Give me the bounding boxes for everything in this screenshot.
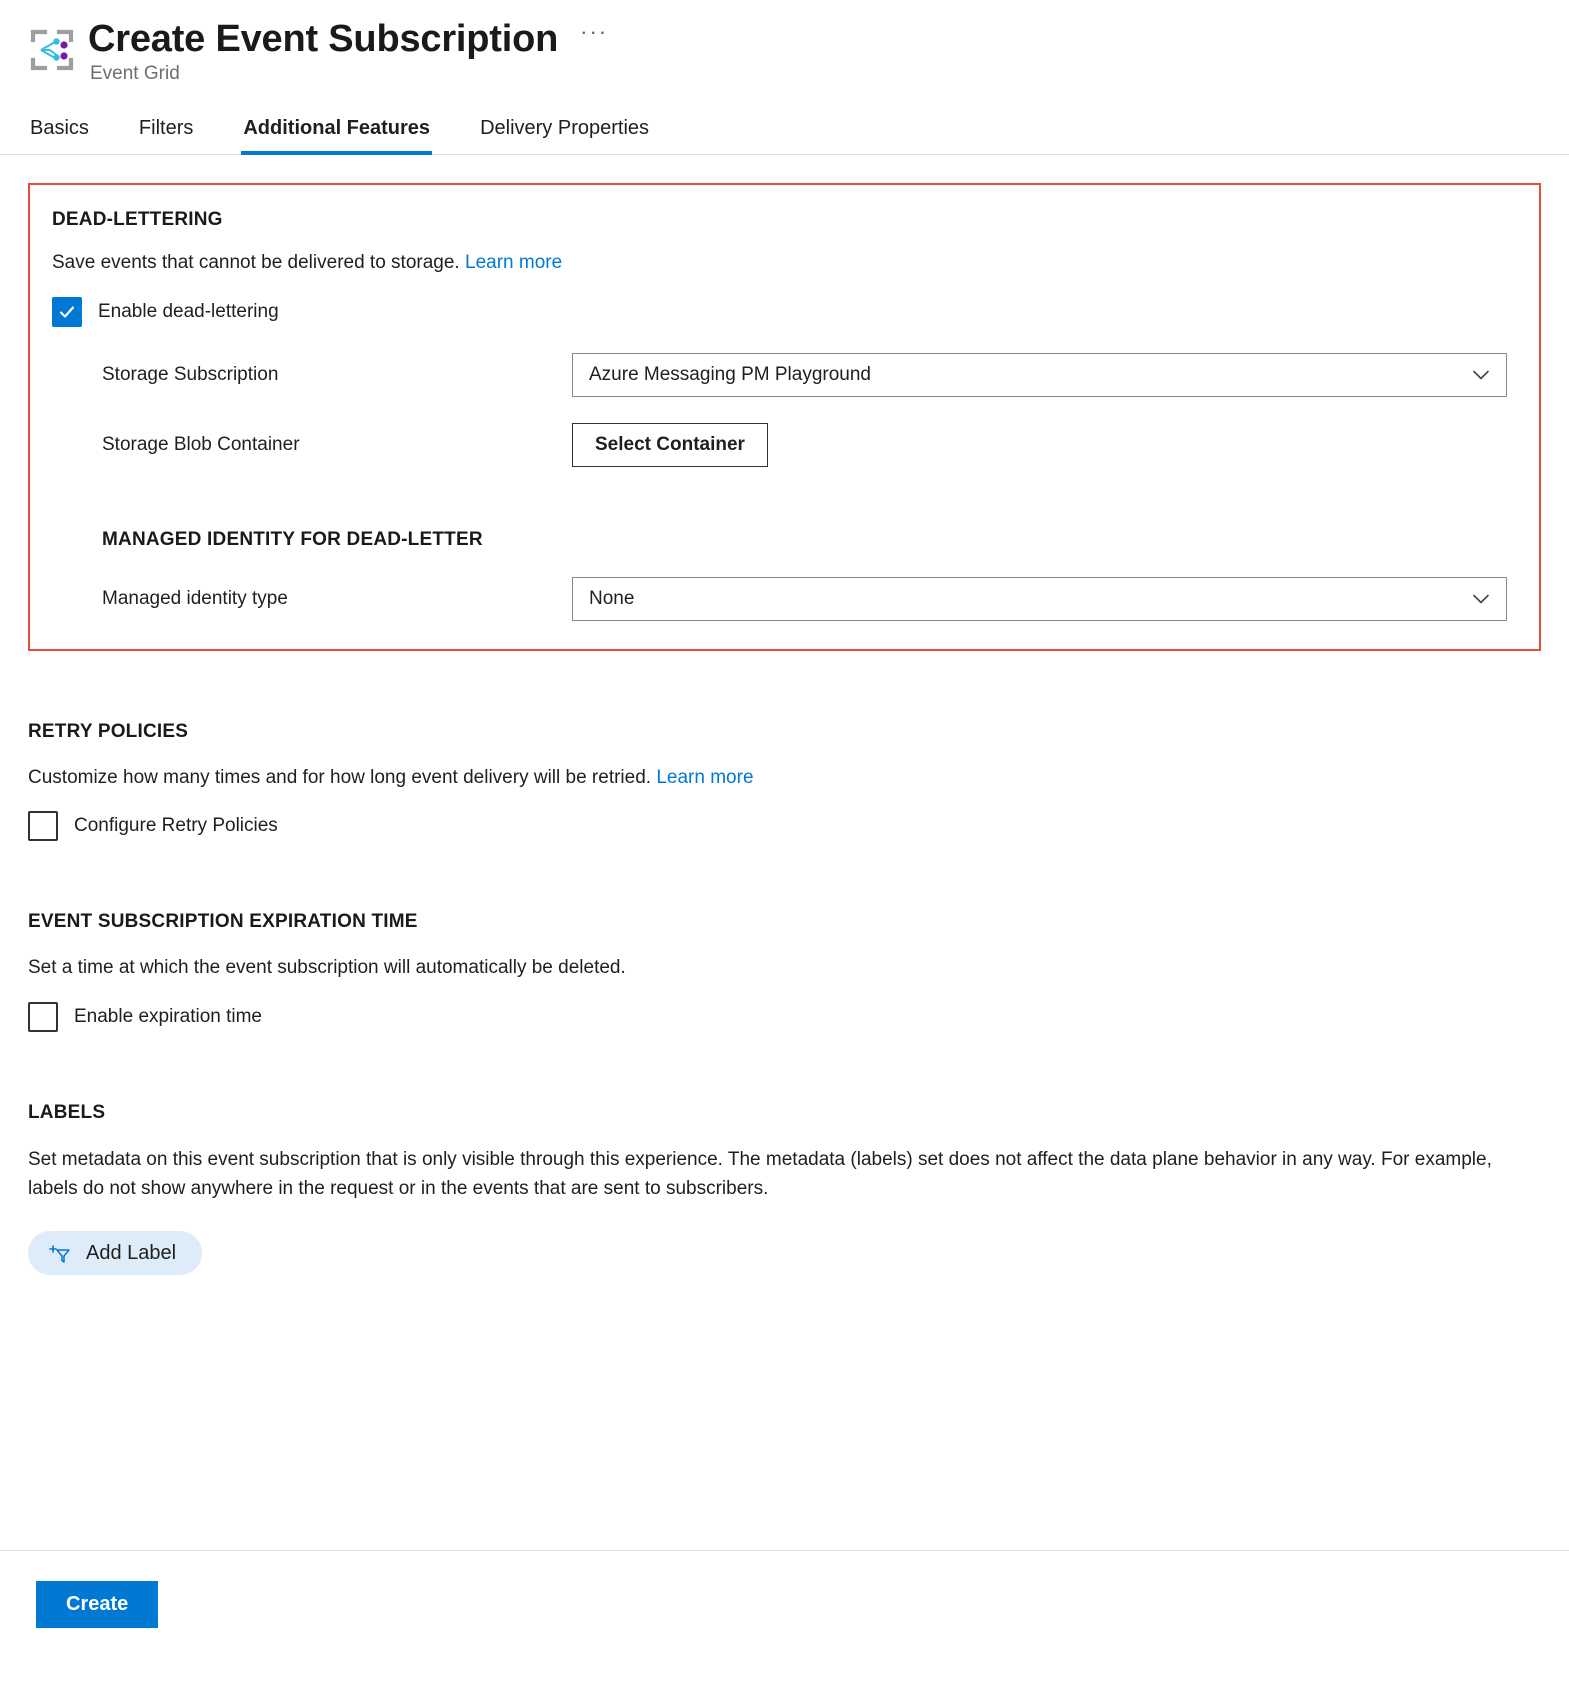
add-label-button-text: Add Label <box>86 1241 177 1264</box>
enable-expiration-time-label[interactable]: Enable expiration time <box>74 1006 262 1028</box>
tab-additional-features[interactable]: Additional Features <box>241 111 432 155</box>
managed-identity-type-value: None <box>589 587 635 609</box>
page-header: Create Event Subscription ··· Event Grid <box>0 0 1569 85</box>
dead-lettering-section: DEAD-LETTERING Save events that cannot b… <box>28 182 1541 651</box>
labels-section: LABELS Set metadata on this event subscr… <box>28 1102 1541 1276</box>
storage-blob-container-row: Storage Blob Container Select Container <box>52 422 1517 467</box>
retry-policies-learn-more-link[interactable]: Learn more <box>656 767 753 788</box>
chevron-down-icon <box>1470 588 1492 610</box>
expiration-time-description: Set a time at which the event subscripti… <box>28 957 626 979</box>
title-line: Create Event Subscription ··· <box>88 18 608 61</box>
checkmark-icon <box>59 305 75 318</box>
page-subtitle: Event Grid <box>90 62 180 84</box>
main-content: DEAD-LETTERING Save events that cannot b… <box>0 182 1569 1276</box>
managed-identity-heading: MANAGED IDENTITY FOR DEAD-LETTER <box>102 528 483 550</box>
storage-subscription-row: Storage Subscription Azure Messaging PM … <box>52 352 1517 397</box>
labels-heading: LABELS <box>28 1102 106 1124</box>
enable-expiration-time-checkbox[interactable] <box>28 1002 58 1033</box>
enable-expiration-time-row[interactable]: Enable expiration time <box>28 1002 1541 1033</box>
dead-lettering-description: Save events that cannot be delivered to … <box>52 250 1517 277</box>
add-filter-icon <box>48 1241 72 1265</box>
page-title: Create Event Subscription <box>88 18 559 60</box>
footer-bar: Create <box>0 1550 1569 1683</box>
tab-basics[interactable]: Basics <box>28 111 91 154</box>
dead-lettering-learn-more-link[interactable]: Learn more <box>465 252 562 273</box>
retry-policies-description-text: Customize how many times and for how lon… <box>28 766 652 788</box>
dead-lettering-heading: DEAD-LETTERING <box>52 208 223 230</box>
retry-policies-heading: RETRY POLICIES <box>28 720 189 742</box>
tab-bar: Basics Filters Additional Features Deliv… <box>0 111 1569 155</box>
retry-policies-description: Customize how many times and for how lon… <box>28 765 1541 792</box>
configure-retry-policies-checkbox[interactable] <box>28 811 58 842</box>
event-grid-icon <box>28 26 76 74</box>
title-row: Create Event Subscription ··· Event Grid <box>28 18 1569 85</box>
title-block: Create Event Subscription ··· Event Grid <box>88 18 608 85</box>
enable-dead-lettering-label[interactable]: Enable dead-lettering <box>98 301 279 323</box>
configure-retry-policies-label[interactable]: Configure Retry Policies <box>74 815 278 837</box>
expiration-time-heading: EVENT SUBSCRIPTION EXPIRATION TIME <box>28 911 418 933</box>
labels-description: Set metadata on this event subscription … <box>28 1149 1492 1199</box>
chevron-down-icon <box>1470 364 1492 386</box>
managed-identity-type-dropdown[interactable]: None <box>572 576 1507 621</box>
storage-blob-container-label: Storage Blob Container <box>102 433 300 455</box>
select-container-button[interactable]: Select Container <box>572 422 768 467</box>
create-button[interactable]: Create <box>36 1581 159 1628</box>
storage-subscription-value: Azure Messaging PM Playground <box>589 363 871 385</box>
expiration-time-section: EVENT SUBSCRIPTION EXPIRATION TIME Set a… <box>28 911 1541 1033</box>
more-options-button[interactable]: ··· <box>580 21 608 57</box>
storage-subscription-label: Storage Subscription <box>102 363 279 385</box>
tab-delivery-properties[interactable]: Delivery Properties <box>478 111 651 154</box>
add-label-button[interactable]: Add Label <box>28 1231 203 1276</box>
enable-dead-lettering-checkbox[interactable] <box>52 296 82 327</box>
tab-filters[interactable]: Filters <box>137 111 195 154</box>
managed-identity-type-label: Managed identity type <box>102 587 288 609</box>
dead-lettering-description-text: Save events that cannot be delivered to … <box>52 251 460 273</box>
enable-dead-lettering-row[interactable]: Enable dead-lettering <box>52 296 1517 327</box>
configure-retry-policies-row[interactable]: Configure Retry Policies <box>28 811 1541 842</box>
storage-subscription-dropdown[interactable]: Azure Messaging PM Playground <box>572 352 1507 397</box>
retry-policies-section: RETRY POLICIES Customize how many times … <box>28 721 1541 842</box>
managed-identity-type-row: Managed identity type None <box>52 576 1517 621</box>
